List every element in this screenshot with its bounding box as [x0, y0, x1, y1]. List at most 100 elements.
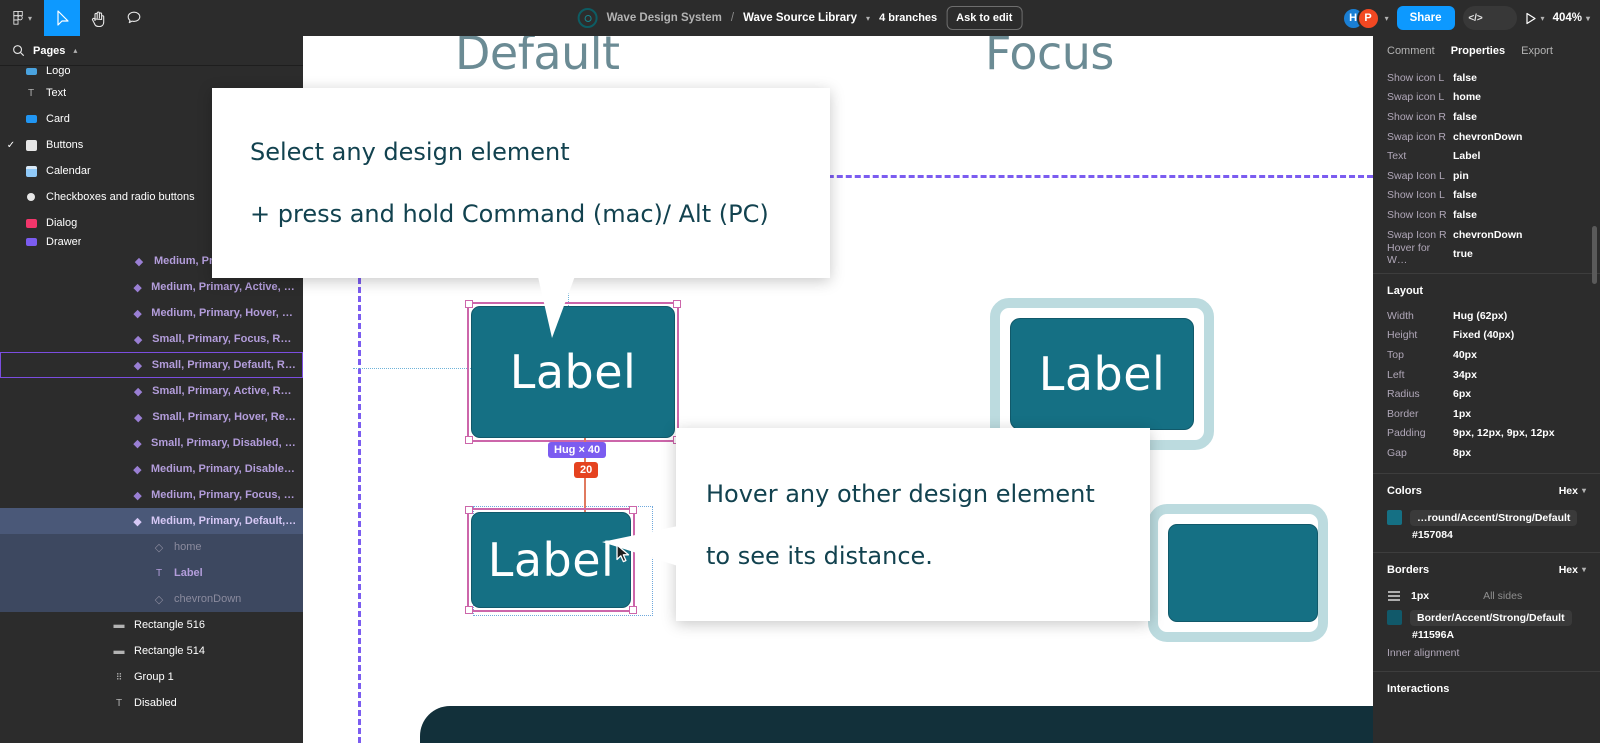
- prop-key: Show icon L: [1387, 71, 1445, 84]
- layer-medium-primary-disabled[interactable]: ◆ Medium, Primary, Disabled, Reg…: [0, 456, 303, 482]
- prop-value[interactable]: chevronDown: [1453, 131, 1522, 143]
- tab-comment[interactable]: Comment: [1387, 45, 1435, 57]
- breadcrumb-file[interactable]: Wave Source Library: [743, 12, 857, 24]
- layout-value[interactable]: Fixed (40px): [1453, 329, 1514, 341]
- layer-small-primary-active[interactable]: ◆ Small, Primary, Active, Regular: [0, 378, 303, 404]
- present-button[interactable]: ▾: [1525, 12, 1545, 25]
- dev-mode-toggle[interactable]: </>: [1462, 6, 1517, 30]
- layout-value[interactable]: 6px: [1453, 388, 1471, 400]
- fill-color-row[interactable]: …round/Accent/Strong/Default: [1373, 507, 1600, 529]
- layer-small-primary-disabled[interactable]: ◆ Small, Primary, Disabled, Regular: [0, 430, 303, 456]
- chevron-up-icon[interactable]: ▴: [73, 46, 77, 55]
- layout-value[interactable]: 9px, 12px, 9px, 12px: [1453, 427, 1555, 439]
- alignment-guide-h: [353, 368, 473, 369]
- share-button[interactable]: Share: [1396, 6, 1455, 30]
- border-color-row[interactable]: Border/Accent/Strong/Default: [1373, 607, 1600, 629]
- hand-tool-button[interactable]: [80, 0, 116, 36]
- prop-value[interactable]: false: [1453, 189, 1477, 201]
- comment-tool-button[interactable]: [116, 0, 152, 36]
- layer-rectangle-516[interactable]: ▬ Rectangle 516: [0, 612, 303, 638]
- layout-value[interactable]: 34px: [1453, 369, 1477, 381]
- layout-value[interactable]: 40px: [1453, 349, 1477, 361]
- prop-value[interactable]: home: [1453, 91, 1481, 103]
- canvas-dark-panel: [420, 706, 1373, 743]
- divider: [1373, 551, 1600, 553]
- canvas-button-focus[interactable]: Label: [1010, 318, 1194, 430]
- prop-key: Swap Icon R: [1387, 228, 1447, 241]
- layer-small-primary-focus[interactable]: ◆ Small, Primary, Focus, Regular: [0, 326, 303, 352]
- layer-disabled[interactable]: T Disabled: [0, 690, 303, 716]
- branches-label[interactable]: 4 branches: [879, 12, 937, 24]
- layer-child-label[interactable]: T Label: [0, 560, 303, 586]
- layer-medium-primary-hover[interactable]: ◆ Medium, Primary, Hover, Regular: [0, 300, 303, 326]
- prop-value[interactable]: true: [1453, 248, 1473, 260]
- section-label: Layout: [1387, 284, 1424, 297]
- prop-value[interactable]: chevronDown: [1453, 229, 1522, 241]
- prop-value[interactable]: false: [1453, 72, 1477, 84]
- fill-token-name[interactable]: …round/Accent/Strong/Default: [1410, 509, 1578, 526]
- fill-hex-value: #157084: [1412, 528, 1453, 541]
- tab-export[interactable]: Export: [1521, 45, 1553, 57]
- chevron-down-icon: ▾: [1581, 486, 1586, 496]
- border-token-name[interactable]: Border/Accent/Strong/Default: [1410, 609, 1572, 626]
- border-sides-icon[interactable]: [1387, 590, 1401, 602]
- component-instance-icon: ◆: [133, 411, 143, 424]
- inner-alignment-label: Inner alignment: [1387, 646, 1460, 659]
- layer-small-primary-hover[interactable]: ◆ Small, Primary, Hover, Regular: [0, 404, 303, 430]
- properties-scrollbar[interactable]: [1592, 226, 1597, 284]
- layout-value[interactable]: 1px: [1453, 408, 1471, 420]
- ask-to-edit-button[interactable]: Ask to edit: [946, 6, 1023, 30]
- radio-dot-icon: [22, 193, 40, 201]
- search-icon[interactable]: [12, 44, 25, 57]
- layout-key: Width: [1387, 309, 1414, 322]
- component-instance-icon: ◆: [133, 489, 142, 502]
- move-tool-button[interactable]: [44, 0, 80, 36]
- layer-medium-primary-focus[interactable]: ◆ Medium, Primary, Focus, Regular: [0, 482, 303, 508]
- layer-label: Small, Primary, Focus, Regular: [152, 333, 297, 345]
- callout-tail-2: [602, 526, 678, 566]
- resize-handle-bl[interactable]: [465, 436, 473, 444]
- resize-handle-tr[interactable]: [673, 300, 681, 308]
- avatar-p[interactable]: P: [1356, 6, 1380, 30]
- fill-swatch[interactable]: [1387, 510, 1402, 526]
- prop-value[interactable]: pin: [1453, 170, 1469, 182]
- layer-child-home[interactable]: ◇ home: [0, 534, 303, 560]
- page-item-label: Drawer: [46, 236, 82, 248]
- divider: [1373, 472, 1600, 474]
- layer-child-chevrondown[interactable]: ◇ chevronDown: [0, 586, 303, 612]
- layout-properties-list: Width Hug (62px) Height Fixed (40px) Top…: [1373, 306, 1600, 463]
- present-chevron-down-icon[interactable]: ▾: [1541, 14, 1545, 23]
- resize-handle-tl[interactable]: [465, 506, 473, 514]
- prop-value[interactable]: false: [1453, 209, 1477, 221]
- layer-group-1[interactable]: ⠿ Group 1: [0, 664, 303, 690]
- layer-rectangle-514[interactable]: ▬ Rectangle 514: [0, 638, 303, 664]
- comment-bubble-icon: [127, 11, 141, 24]
- figma-menu-button[interactable]: ▾: [0, 0, 44, 36]
- layout-row: Height Fixed (40px): [1373, 326, 1600, 346]
- border-swatch[interactable]: [1387, 610, 1402, 626]
- layout-value[interactable]: Hug (62px): [1453, 310, 1507, 322]
- layer-medium-primary-default-selected[interactable]: ◆ Medium, Primary, Default, Regu…: [0, 508, 303, 534]
- layout-row: Gap 8px: [1373, 443, 1600, 463]
- borders-format-selector[interactable]: Hex ▾: [1559, 564, 1586, 576]
- canvas-button-partial[interactable]: [1168, 524, 1318, 622]
- avatars-chevron-down-icon[interactable]: ▾: [1385, 14, 1389, 23]
- breadcrumb-project[interactable]: Wave Design System: [607, 12, 722, 24]
- colors-format-selector[interactable]: Hex ▾: [1559, 485, 1586, 497]
- resize-handle-tl[interactable]: [465, 300, 473, 308]
- prop-value[interactable]: false: [1453, 111, 1477, 123]
- resize-handle-bl[interactable]: [465, 606, 473, 614]
- properties-panel: Comment Properties Export Show icon L fa…: [1373, 36, 1600, 743]
- prop-key: Show Icon R: [1387, 208, 1447, 221]
- layout-value[interactable]: 8px: [1453, 447, 1471, 459]
- component-instance-icon: ◆: [133, 281, 142, 294]
- border-width-value[interactable]: 1px: [1411, 590, 1429, 602]
- page-item-label: Dialog: [46, 217, 78, 229]
- file-chevron-down-icon[interactable]: ▾: [866, 14, 870, 23]
- prop-value[interactable]: Label: [1453, 150, 1480, 162]
- tab-properties[interactable]: Properties: [1451, 45, 1505, 57]
- layer-small-primary-default[interactable]: ◆ Small, Primary, Default, Regular: [0, 352, 303, 378]
- page-item-logo[interactable]: Logo: [0, 62, 303, 80]
- prop-row: Text Label: [1373, 146, 1600, 166]
- zoom-control[interactable]: 404% ▾: [1553, 12, 1590, 24]
